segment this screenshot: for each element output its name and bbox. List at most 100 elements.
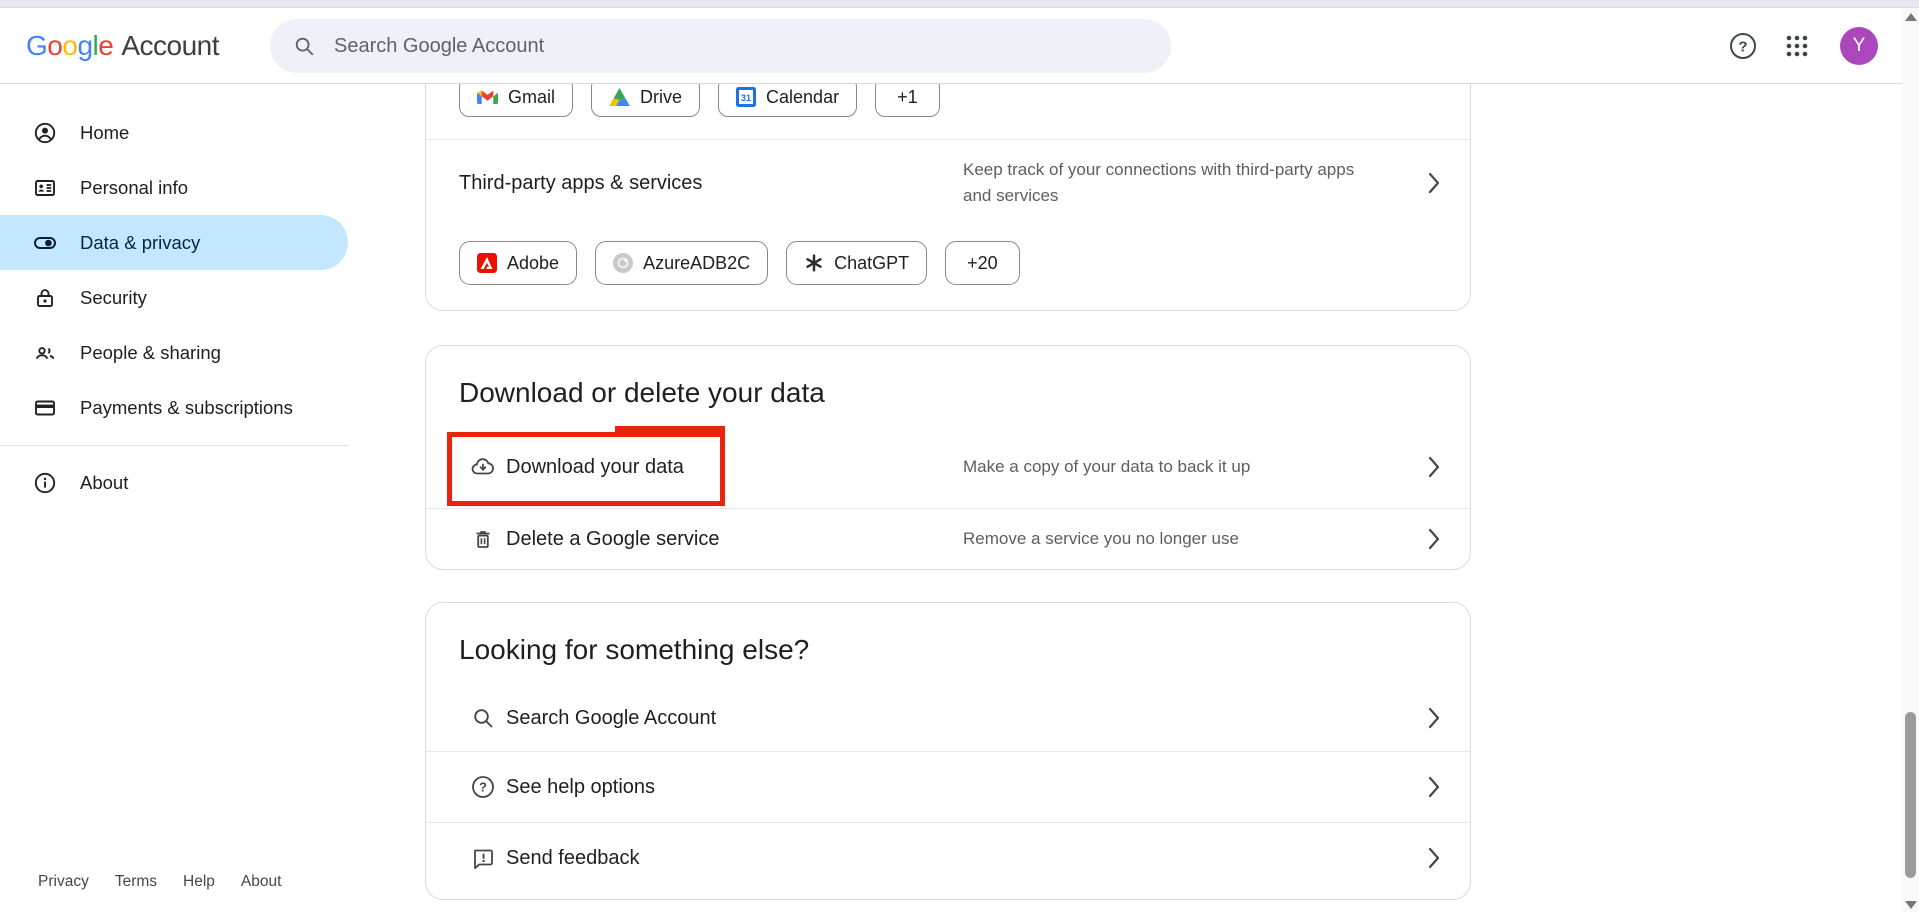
chip-label: AzureADB2C [643, 253, 750, 274]
sidebar-item-label: People & sharing [80, 342, 221, 364]
chip-more-third-party[interactable]: +20 [945, 241, 1020, 285]
chip-gmail[interactable]: Gmail [459, 84, 573, 117]
main-content: Gmail Drive 31 Calendar +1 [425, 84, 1471, 900]
chevron-right-icon [1428, 847, 1440, 869]
sidebar-item-label: Payments & subscriptions [80, 397, 293, 419]
google-wordmark: Google [26, 30, 113, 62]
see-help-options-row[interactable]: ? See help options [426, 752, 1470, 822]
help-button[interactable]: ? [1725, 28, 1761, 64]
third-party-chip-row: Adobe AzureADB2C ChatGPT [459, 241, 1470, 285]
people-icon [33, 341, 57, 365]
sidebar-item-payments[interactable]: Payments & subscriptions [0, 380, 348, 435]
drive-icon [609, 88, 630, 106]
sidebar-item-personal-info[interactable]: Personal info [0, 160, 348, 215]
delete-google-service-row[interactable]: Delete a Google service Remove a service… [426, 509, 1470, 569]
chip-label: Gmail [508, 87, 555, 108]
apps-grid-icon [1784, 33, 1810, 59]
app-header: Google Account Search Google Account ? Y [0, 8, 1902, 84]
sidebar-item-home[interactable]: Home [0, 105, 348, 160]
chip-drive[interactable]: Drive [591, 84, 700, 117]
question-circle-icon: ? [1728, 31, 1758, 61]
chip-label: +20 [967, 253, 998, 274]
footer-link-terms[interactable]: Terms [115, 873, 157, 891]
google-apps-chip-row: Gmail Drive 31 Calendar +1 [459, 84, 1470, 117]
scroll-up-arrow[interactable] [1905, 13, 1917, 21]
sidebar-item-about[interactable]: About [0, 455, 348, 510]
help-circle-icon: ? [470, 774, 496, 800]
row-label: See help options [506, 776, 655, 799]
footer-link-help[interactable]: Help [183, 873, 215, 891]
row-label: Delete a Google service [506, 528, 719, 551]
svg-text:?: ? [479, 780, 487, 795]
google-apps-grid-button[interactable] [1779, 28, 1815, 64]
search-icon [293, 35, 315, 57]
sidebar-divider [0, 445, 348, 446]
chip-label: Adobe [507, 253, 559, 274]
chevron-right-icon [1428, 172, 1440, 194]
footer-link-privacy[interactable]: Privacy [38, 873, 89, 891]
chip-adobe[interactable]: Adobe [459, 241, 577, 285]
trash-icon [470, 526, 496, 552]
chip-calendar[interactable]: 31 Calendar [718, 84, 857, 117]
footer-links: Privacy Terms Help About [38, 873, 281, 891]
sidebar-item-label: Home [80, 122, 129, 144]
window-top-strip [0, 0, 1919, 8]
info-icon [33, 471, 57, 495]
row-label: Third-party apps & services [459, 172, 702, 195]
chip-label: Calendar [766, 87, 839, 108]
feedback-icon [470, 845, 496, 871]
toggle-icon [33, 231, 57, 255]
search-placeholder: Search Google Account [334, 35, 544, 58]
sidebar-nav: Home Personal info Data & privacy [0, 84, 348, 510]
sidebar-item-data-privacy[interactable]: Data & privacy [0, 215, 348, 270]
chatgpt-icon [804, 253, 824, 273]
footer-link-about[interactable]: About [241, 873, 282, 891]
logo-product-label: Account [121, 30, 219, 62]
connected-apps-card: Gmail Drive 31 Calendar +1 [425, 84, 1471, 311]
card-title: Download or delete your data [459, 376, 1470, 410]
row-description: Remove a service you no longer use [963, 526, 1423, 552]
chevron-right-icon [1428, 528, 1440, 550]
looking-for-something-else-card: Looking for something else? Search Googl… [425, 602, 1471, 900]
chevron-right-icon [1428, 776, 1440, 798]
credit-card-icon [33, 396, 57, 420]
scroll-down-arrow[interactable] [1905, 901, 1917, 909]
sidebar-item-label: Data & privacy [80, 232, 200, 254]
scrollbar-thumb[interactable] [1905, 712, 1916, 878]
row-label: Download your data [506, 456, 684, 479]
download-delete-card: Download or delete your data Download yo… [425, 345, 1471, 570]
avatar-initial: Y [1853, 35, 1866, 57]
chevron-right-icon [1428, 707, 1440, 729]
chip-label: Drive [640, 87, 682, 108]
sidebar-item-label: Personal info [80, 177, 188, 199]
account-avatar[interactable]: Y [1840, 27, 1878, 65]
adobe-icon [477, 253, 497, 273]
card-title: Looking for something else? [459, 633, 1470, 667]
sidebar-item-people-sharing[interactable]: People & sharing [0, 325, 348, 380]
cloud-download-icon [470, 454, 496, 480]
chip-more-apps[interactable]: +1 [875, 84, 940, 117]
search-google-account-row[interactable]: Search Google Account [426, 685, 1470, 751]
download-your-data-row[interactable]: Download your data Make a copy of your d… [426, 426, 1470, 508]
row-description: Keep track of your connections with thir… [963, 157, 1383, 210]
chip-azureadb2c[interactable]: AzureADB2C [595, 241, 768, 285]
sidebar-item-label: About [80, 472, 128, 494]
sidebar-item-security[interactable]: Security [0, 270, 348, 325]
calendar-icon: 31 [736, 87, 756, 107]
vertical-scrollbar[interactable] [1902, 8, 1919, 912]
azure-adb2c-icon [613, 253, 633, 273]
svg-text:31: 31 [741, 93, 751, 103]
lock-icon [33, 286, 57, 310]
sidebar-item-label: Security [80, 287, 147, 309]
chip-label: +1 [897, 87, 918, 108]
chevron-right-icon [1428, 456, 1440, 478]
third-party-apps-row[interactable]: Third-party apps & services Keep track o… [426, 140, 1470, 226]
row-description: Make a copy of your data to back it up [963, 454, 1423, 480]
svg-text:?: ? [1738, 39, 1747, 56]
google-account-logo[interactable]: Google Account [26, 30, 219, 62]
search-input[interactable]: Search Google Account [270, 19, 1171, 73]
chip-chatgpt[interactable]: ChatGPT [786, 241, 927, 285]
chip-label: ChatGPT [834, 253, 909, 274]
gmail-icon [477, 89, 498, 105]
send-feedback-row[interactable]: Send feedback [426, 823, 1470, 893]
